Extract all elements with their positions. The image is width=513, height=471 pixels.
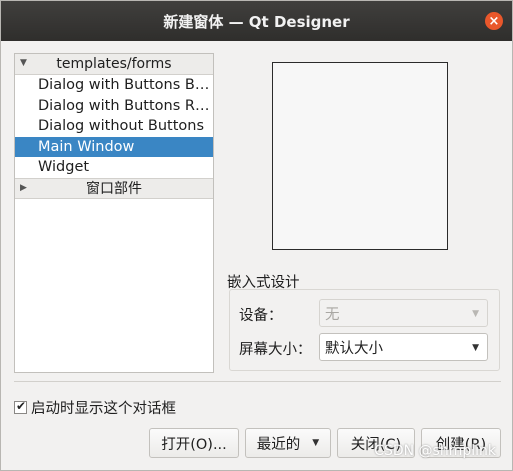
recent-button[interactable]: 最近的 ▼ [245,428,331,458]
collapse-arrow-icon[interactable]: ▼ [20,58,27,68]
screen-size-select[interactable]: 默认大小 ▼ [319,333,488,361]
show-on-startup-row[interactable]: ✔ 启动时显示这个对话框 [14,397,176,418]
tree-group-widgets[interactable]: ▶ 窗口部件 [15,177,213,199]
screen-size-select-value: 默认大小 [325,340,383,357]
watermark: CSDN @shmplink [374,443,496,459]
screen-size-label: 屏幕大小： [239,342,312,358]
form-preview [272,62,448,250]
show-on-startup-label[interactable]: 启动时显示这个对话框 [31,397,176,418]
check-icon: ✔ [16,399,27,413]
tree-group-templates-forms[interactable]: ▼ templates/forms [15,54,213,75]
new-form-dialog: 新建窗体 — Qt Designer × ▼ templates/forms D… [0,0,513,471]
open-button[interactable]: 打开(O)... [149,428,239,458]
window-title: 新建窗体 — Qt Designer [163,12,350,31]
tree-item-dialog-buttons-right[interactable]: Dialog with Buttons Ri… [15,96,213,117]
expand-arrow-icon[interactable]: ▶ [20,183,27,193]
chevron-down-icon: ▼ [472,309,479,319]
open-button-label: 打开(O)... [161,436,227,453]
show-on-startup-checkbox[interactable]: ✔ [14,399,27,414]
tree-group-label: 窗口部件 [86,181,142,197]
divider [14,381,501,382]
template-tree[interactable]: ▼ templates/forms Dialog with Buttons Bo… [14,53,214,373]
tree-item-dialog-buttons-bottom[interactable]: Dialog with Buttons Bo… [15,75,213,96]
device-select[interactable]: 无 ▼ [319,299,488,327]
recent-button-label: 最近的 [256,436,301,453]
device-select-value: 无 [325,306,340,323]
tree-item-widget[interactable]: Widget [15,157,213,178]
device-label: 设备： [239,308,283,324]
tree-group-label: templates/forms [56,56,172,72]
tree-item-main-window[interactable]: Main Window [15,136,213,157]
tree-item-dialog-without-buttons[interactable]: Dialog without Buttons [15,116,213,137]
chevron-down-icon: ▼ [312,438,320,448]
title-bar[interactable]: 新建窗体 — Qt Designer × [1,1,512,41]
close-icon[interactable]: × [485,12,503,30]
chevron-down-icon: ▼ [472,343,479,353]
